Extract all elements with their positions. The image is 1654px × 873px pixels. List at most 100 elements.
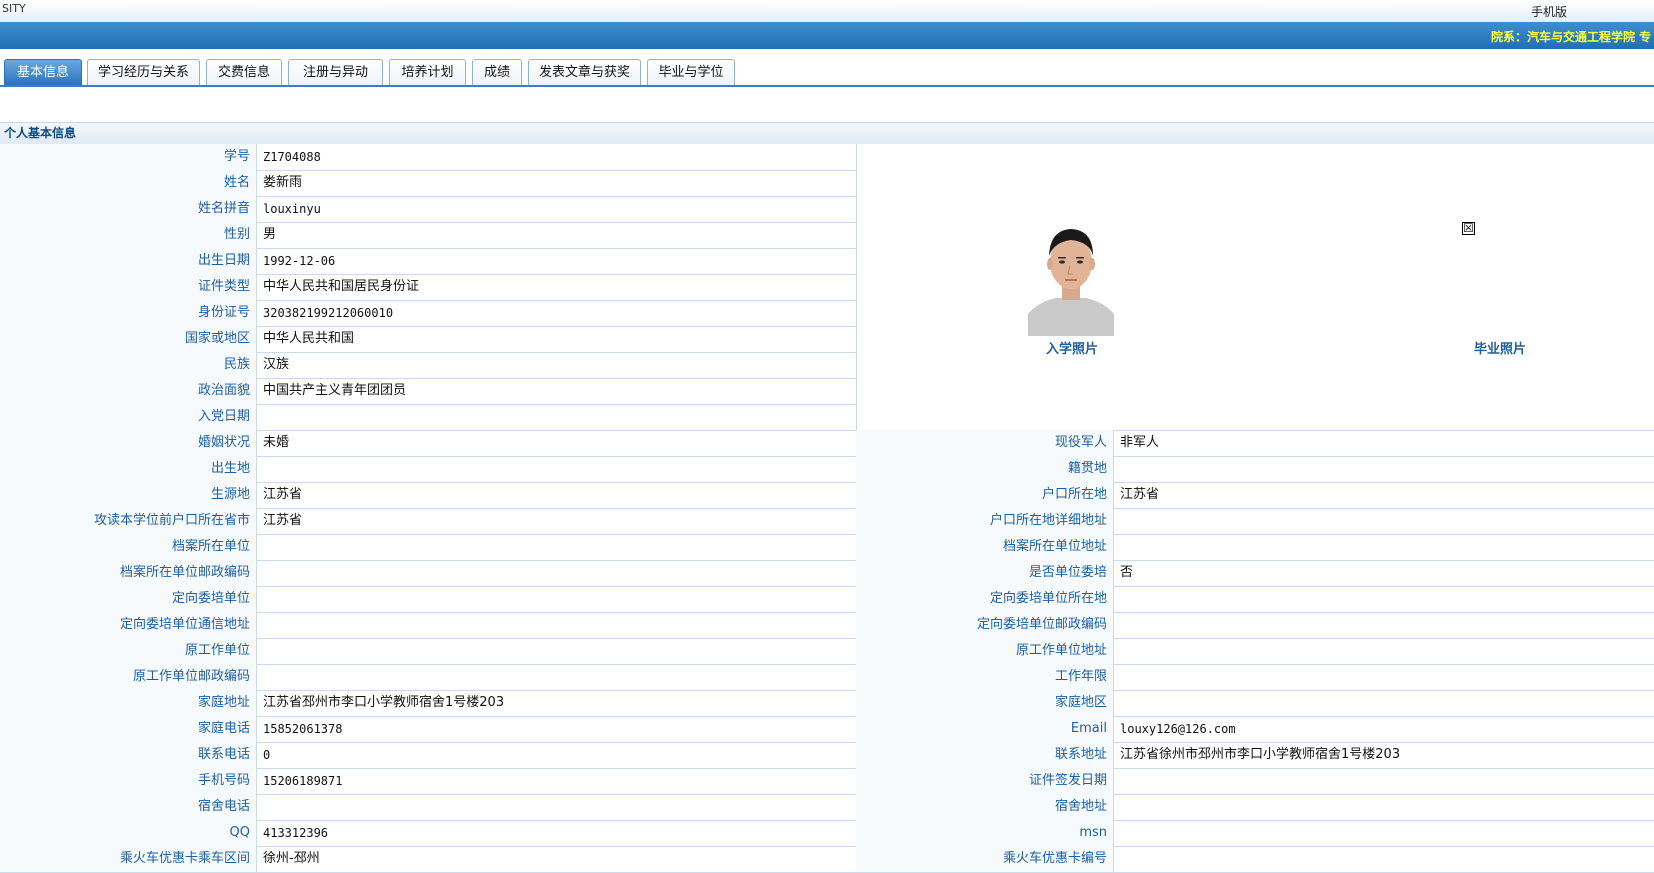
photo-panel: 入学照片 ☒ 毕业照片 xyxy=(856,144,1654,431)
field-value: 江苏省邳州市李口小学教师宿舍1号楼203 xyxy=(263,695,505,710)
field-value: 江苏省徐州市邳州市李口小学教师宿舍1号楼203 xyxy=(1120,747,1401,762)
field-value xyxy=(1114,846,1654,872)
field-label: 定向委培单位通信地址 xyxy=(0,612,257,638)
field-label: 姓名拼音 xyxy=(0,196,257,222)
field-value: louxinyu xyxy=(263,202,321,216)
field-value xyxy=(1114,820,1654,846)
field-label: 国家或地区 xyxy=(0,326,257,352)
field-value: 非军人 xyxy=(1120,435,1160,450)
field-label: 定向委培单位所在地 xyxy=(856,586,1114,612)
field-label: 是否单位委培 xyxy=(856,560,1114,586)
table-row: 家庭地址 江苏省邳州市李口小学教师宿舍1号楼203 家庭地区 xyxy=(0,690,1654,717)
table-row: 政治面貌 中国共产主义青年团团员 xyxy=(0,378,856,405)
tab-study-history[interactable]: 学习经历与关系 xyxy=(87,59,200,85)
table-row: 民族 汉族 xyxy=(0,352,856,379)
tab-basic-info[interactable]: 基本信息 xyxy=(4,59,82,85)
site-header: SITY 手机版 xyxy=(0,0,1654,22)
field-label: 婚姻状况 xyxy=(0,430,257,456)
field-label: 证件类型 xyxy=(0,274,257,300)
field-label: 现役军人 xyxy=(856,430,1114,456)
field-label: 档案所在单位邮政编码 xyxy=(0,560,257,586)
field-label: 身份证号 xyxy=(0,300,257,326)
tab-publications-awards[interactable]: 发表文章与获奖 xyxy=(528,59,641,85)
field-label: 户口所在地 xyxy=(856,482,1114,508)
graduation-photo-caption: 毕业照片 xyxy=(1474,342,1527,357)
table-row: 原工作单位邮政编码 工作年限 xyxy=(0,664,1654,691)
field-label: 乘火车优惠卡乘车区间 xyxy=(0,846,257,872)
tab-graduation-degree[interactable]: 毕业与学位 xyxy=(647,59,735,85)
field-label: 定向委培单位邮政编码 xyxy=(856,612,1114,638)
field-value xyxy=(257,534,856,560)
field-value xyxy=(1114,586,1654,612)
tab-bar: 基本信息 学习经历与关系 交费信息 注册与异动 培养计划 成绩 发表文章与获奖 … xyxy=(0,57,1654,87)
field-value xyxy=(257,586,856,612)
field-label: 证件签发日期 xyxy=(856,768,1114,794)
field-label: 档案所在单位 xyxy=(0,534,257,560)
table-row: 国家或地区 中华人民共和国 xyxy=(0,326,856,353)
field-value xyxy=(257,560,856,586)
field-label: 民族 xyxy=(0,352,257,378)
field-label: 宿舍电话 xyxy=(0,794,257,820)
field-label: 户口所在地详细地址 xyxy=(856,508,1114,534)
table-row: 身份证号 320382199212060010 xyxy=(0,300,856,327)
field-value: 15852061378 xyxy=(263,722,343,736)
table-row: 档案所在单位邮政编码 是否单位委培否 xyxy=(0,560,1654,587)
field-label: 家庭电话 xyxy=(0,716,257,742)
table-row: 姓名拼音 louxinyu xyxy=(0,196,856,223)
field-label: 档案所在单位地址 xyxy=(856,534,1114,560)
field-value xyxy=(257,638,856,664)
field-value xyxy=(257,404,856,430)
tab-training-plan[interactable]: 培养计划 xyxy=(389,59,466,85)
field-label: 原工作单位 xyxy=(0,638,257,664)
field-value: 江苏省 xyxy=(263,513,303,528)
field-value xyxy=(1114,690,1654,716)
table-row: 定向委培单位通信地址 定向委培单位邮政编码 xyxy=(0,612,1654,639)
tab-grades[interactable]: 成绩 xyxy=(472,59,522,85)
table-row: 入党日期 xyxy=(0,404,856,431)
field-value xyxy=(1114,664,1654,690)
table-row: 生源地 江苏省 户口所在地 江苏省 xyxy=(0,482,1654,509)
field-value: 15206189871 xyxy=(263,774,343,788)
department-bar: 院系：汽车与交通工程学院 专 xyxy=(0,22,1654,49)
field-value: 中国共产主义青年团团员 xyxy=(263,383,407,398)
enrollment-photo xyxy=(1028,216,1114,336)
table-row: 宿舍电话 宿舍地址 xyxy=(0,794,1654,821)
department-label: 院系：汽车与交通工程学院 专 xyxy=(1491,30,1652,44)
field-value xyxy=(257,664,856,690)
table-row: 档案所在单位 档案所在单位地址 xyxy=(0,534,1654,561)
table-row: 出生日期 1992-12-06 xyxy=(0,248,856,275)
field-label: Email xyxy=(856,716,1114,742)
table-row: 手机号码 15206189871 证件签发日期 xyxy=(0,768,1654,795)
field-label: 家庭地区 xyxy=(856,690,1114,716)
field-label: 性别 xyxy=(0,222,257,248)
section-title: 个人基本信息 xyxy=(0,122,1654,144)
field-value: 江苏省 xyxy=(1120,487,1160,502)
field-value: 320382199212060010 xyxy=(263,306,394,320)
field-value xyxy=(1114,638,1654,664)
site-brand-fragment: SITY xyxy=(2,2,26,15)
field-label: 乘火车优惠卡编号 xyxy=(856,846,1114,872)
table-row: 婚姻状况 未婚 现役军人 非军人 xyxy=(0,430,1654,457)
table-row: 定向委培单位 定向委培单位所在地 xyxy=(0,586,1654,613)
field-value: 1992-12-06 xyxy=(263,254,336,268)
field-value xyxy=(257,794,856,820)
field-label: 政治面貌 xyxy=(0,378,257,404)
field-value: 否 xyxy=(1120,565,1134,580)
field-value: 男 xyxy=(263,227,277,242)
table-row: 证件类型 中华人民共和国居民身份证 xyxy=(0,274,856,301)
field-label: 籍贯地 xyxy=(856,456,1114,482)
field-value: 0 xyxy=(263,748,271,762)
field-value xyxy=(1114,794,1654,820)
enrollment-photo-caption: 入学照片 xyxy=(1046,342,1099,357)
tab-registration[interactable]: 注册与异动 xyxy=(288,59,383,85)
table-row: 出生地 籍贯地 xyxy=(0,456,1654,483)
table-row: 姓名 娄新雨 xyxy=(0,170,856,197)
tab-fee-info[interactable]: 交费信息 xyxy=(206,59,282,85)
field-value xyxy=(1114,768,1654,794)
field-label: 联系地址 xyxy=(856,742,1114,768)
field-value: 江苏省 xyxy=(263,487,303,502)
mobile-version-link[interactable]: 手机版 xyxy=(1531,3,1567,20)
field-label: 学号 xyxy=(0,144,257,170)
broken-image-icon: ☒ xyxy=(1462,221,1475,235)
field-label: 生源地 xyxy=(0,482,257,508)
